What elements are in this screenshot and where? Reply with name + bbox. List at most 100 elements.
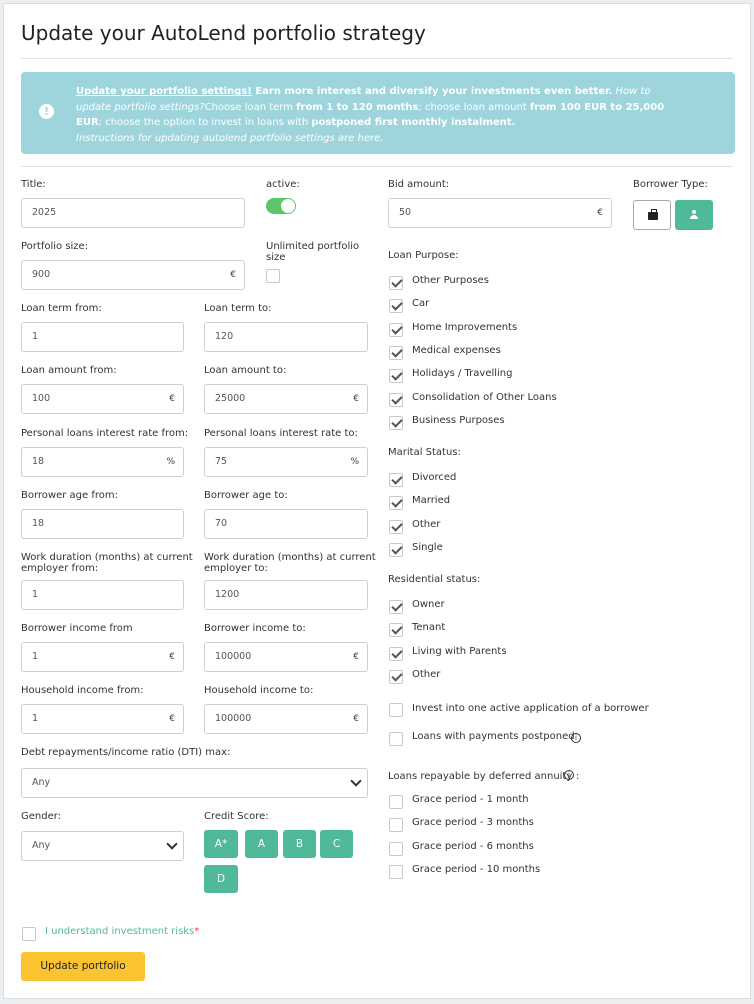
info-banner-text: Update your portfolio settings! Earn mor… bbox=[76, 86, 665, 144]
pl-rate-to-input[interactable]: 75% bbox=[204, 447, 368, 477]
pl-rate-to-label: Personal loans interest rate to: bbox=[204, 428, 358, 439]
title-input[interactable]: 2025 bbox=[21, 198, 245, 228]
portfolio-form-card: Update your AutoLend portfolio strategy … bbox=[3, 3, 751, 999]
grace-period-label: Grace period - 3 months bbox=[412, 817, 534, 829]
pl-rate-from-input[interactable]: 18% bbox=[21, 447, 184, 477]
grace-period-checkbox[interactable] bbox=[389, 864, 403, 879]
postponed-checkbox[interactable] bbox=[389, 732, 403, 746]
chevron-down-icon bbox=[350, 775, 362, 787]
portfolio-size-input[interactable]: 900 € bbox=[21, 260, 245, 290]
bid-amount-input[interactable]: 50 € bbox=[388, 198, 612, 228]
bid-amount-label: Bid amount: bbox=[388, 179, 450, 190]
info-icon[interactable]: i bbox=[564, 770, 574, 780]
gender-label: Gender: bbox=[21, 811, 62, 822]
marital-status-label: Divorced bbox=[412, 472, 457, 483]
gender-select[interactable]: Any bbox=[21, 831, 184, 861]
credit-score-a-star-button[interactable]: A* bbox=[204, 830, 238, 858]
page-title: Update your AutoLend portfolio strategy bbox=[21, 21, 426, 45]
one-application-checkbox[interactable] bbox=[389, 703, 403, 717]
household-to-input[interactable]: 100000 € bbox=[204, 704, 368, 734]
credit-score-a-button[interactable]: A bbox=[245, 830, 278, 858]
dti-label: Debt repayments/income ratio (DTI) max: bbox=[21, 747, 231, 758]
pl-rate-from-label: Personal loans interest rate from: bbox=[21, 428, 189, 439]
grace-period-label: Grace period - 10 months bbox=[412, 863, 541, 875]
title-label: Title: bbox=[21, 179, 46, 190]
instructions-link[interactable]: Instructions for updating autolend portf… bbox=[76, 133, 383, 144]
grace-period-label: Grace period - 6 months bbox=[412, 840, 534, 852]
loan-purpose-checkbox[interactable] bbox=[389, 369, 403, 384]
loan-amount-from-input[interactable]: 100 € bbox=[21, 384, 184, 414]
risk-checkbox[interactable] bbox=[22, 927, 36, 941]
loan-purpose-checkbox[interactable] bbox=[389, 345, 403, 360]
age-to-input[interactable]: 70 bbox=[204, 509, 368, 539]
borrower-type-label: Borrower Type: bbox=[633, 179, 708, 190]
loan-purpose-label: Home Improvements bbox=[412, 321, 518, 333]
credit-score-d-button[interactable]: D bbox=[204, 865, 238, 893]
borrower-type-private-button[interactable] bbox=[675, 200, 713, 230]
portfolio-size-label: Portfolio size: bbox=[21, 241, 89, 252]
loan-purpose-checkbox[interactable] bbox=[389, 392, 403, 407]
residential-status-label: Residential status: bbox=[388, 574, 481, 585]
residential-status-checkbox[interactable] bbox=[389, 623, 403, 638]
dti-select[interactable]: Any bbox=[21, 768, 368, 798]
borrower-type-business-button[interactable] bbox=[633, 200, 671, 230]
loan-term-to-label: Loan term to: bbox=[204, 303, 272, 314]
grace-period-checkbox[interactable] bbox=[389, 841, 403, 856]
credit-score-label: Credit Score: bbox=[204, 811, 269, 822]
update-settings-link[interactable]: Update your portfolio settings! bbox=[76, 86, 252, 97]
loan-purpose-label: Holidays / Travelling bbox=[412, 368, 513, 380]
residential-status-checkbox[interactable] bbox=[389, 600, 403, 614]
age-from-label: Borrower age from: bbox=[21, 490, 118, 501]
risk-label[interactable]: I understand investment risks* bbox=[45, 926, 199, 937]
marital-status-checkbox[interactable] bbox=[389, 473, 403, 487]
residential-status-checkbox[interactable] bbox=[389, 669, 403, 684]
loan-purpose-label: Medical expenses bbox=[412, 344, 501, 356]
marital-status-checkbox[interactable] bbox=[389, 542, 403, 557]
loan-purpose-label: Consolidation of Other Loans bbox=[412, 391, 557, 403]
loan-term-from-input[interactable]: 1 bbox=[21, 322, 184, 352]
marital-status-checkbox[interactable] bbox=[389, 496, 403, 511]
loan-purpose-label: Business Purposes bbox=[412, 414, 505, 426]
age-to-label: Borrower age to: bbox=[204, 490, 288, 501]
unlimited-size-checkbox[interactable] bbox=[266, 269, 280, 283]
income-from-label: Borrower income from bbox=[21, 623, 133, 634]
grace-period-checkbox[interactable] bbox=[389, 818, 403, 833]
loan-term-to-input[interactable]: 120 bbox=[204, 322, 368, 352]
grace-period-checkbox[interactable] bbox=[389, 795, 403, 809]
loan-purpose-checkbox[interactable] bbox=[389, 415, 403, 430]
age-from-input[interactable]: 18 bbox=[21, 509, 184, 539]
loan-amount-to-label: Loan amount to: bbox=[204, 365, 287, 376]
credit-score-c-button[interactable]: C bbox=[320, 830, 353, 858]
residential-status-checkbox[interactable] bbox=[389, 646, 403, 661]
work-from-input[interactable]: 1 bbox=[21, 580, 184, 610]
update-portfolio-button[interactable]: Update portfolio bbox=[21, 952, 145, 981]
deferred-annuity-label: Loans repayable by deferred annuity bbox=[388, 771, 573, 782]
active-label: active: bbox=[266, 179, 300, 190]
active-toggle[interactable] bbox=[266, 198, 296, 214]
user-icon bbox=[690, 210, 698, 220]
info-icon[interactable]: i bbox=[571, 733, 581, 743]
household-from-input[interactable]: 1 € bbox=[21, 704, 184, 734]
divider bbox=[21, 58, 733, 59]
credit-score-b-button[interactable]: B bbox=[283, 830, 316, 858]
loan-purpose-checkbox[interactable] bbox=[389, 299, 403, 314]
residential-status-label: Owner bbox=[412, 599, 445, 610]
residential-status-label: Tenant bbox=[412, 622, 446, 634]
marital-status-label: Other bbox=[412, 518, 441, 530]
work-to-input[interactable]: 1200 bbox=[204, 580, 368, 610]
deferred-colon: : bbox=[576, 771, 580, 782]
marital-status-label: Single bbox=[412, 541, 443, 553]
residential-status-label: Other bbox=[412, 668, 441, 680]
marital-status-checkbox[interactable] bbox=[389, 519, 403, 534]
loan-purpose-label: Other Purposes bbox=[412, 275, 489, 286]
loan-purpose-label: Loan Purpose: bbox=[388, 250, 459, 261]
income-from-input[interactable]: 1 € bbox=[21, 642, 184, 672]
loan-purpose-checkbox[interactable] bbox=[389, 322, 403, 337]
loan-purpose-checkbox[interactable] bbox=[389, 276, 403, 290]
info-icon: ! bbox=[39, 104, 54, 119]
loan-amount-to-input[interactable]: 25000 € bbox=[204, 384, 368, 414]
residential-status-label: Living with Parents bbox=[412, 645, 507, 657]
income-to-label: Borrower income to: bbox=[204, 623, 306, 634]
income-to-input[interactable]: 100000 € bbox=[204, 642, 368, 672]
work-to-label: Work duration (months) at current employe… bbox=[204, 552, 376, 574]
